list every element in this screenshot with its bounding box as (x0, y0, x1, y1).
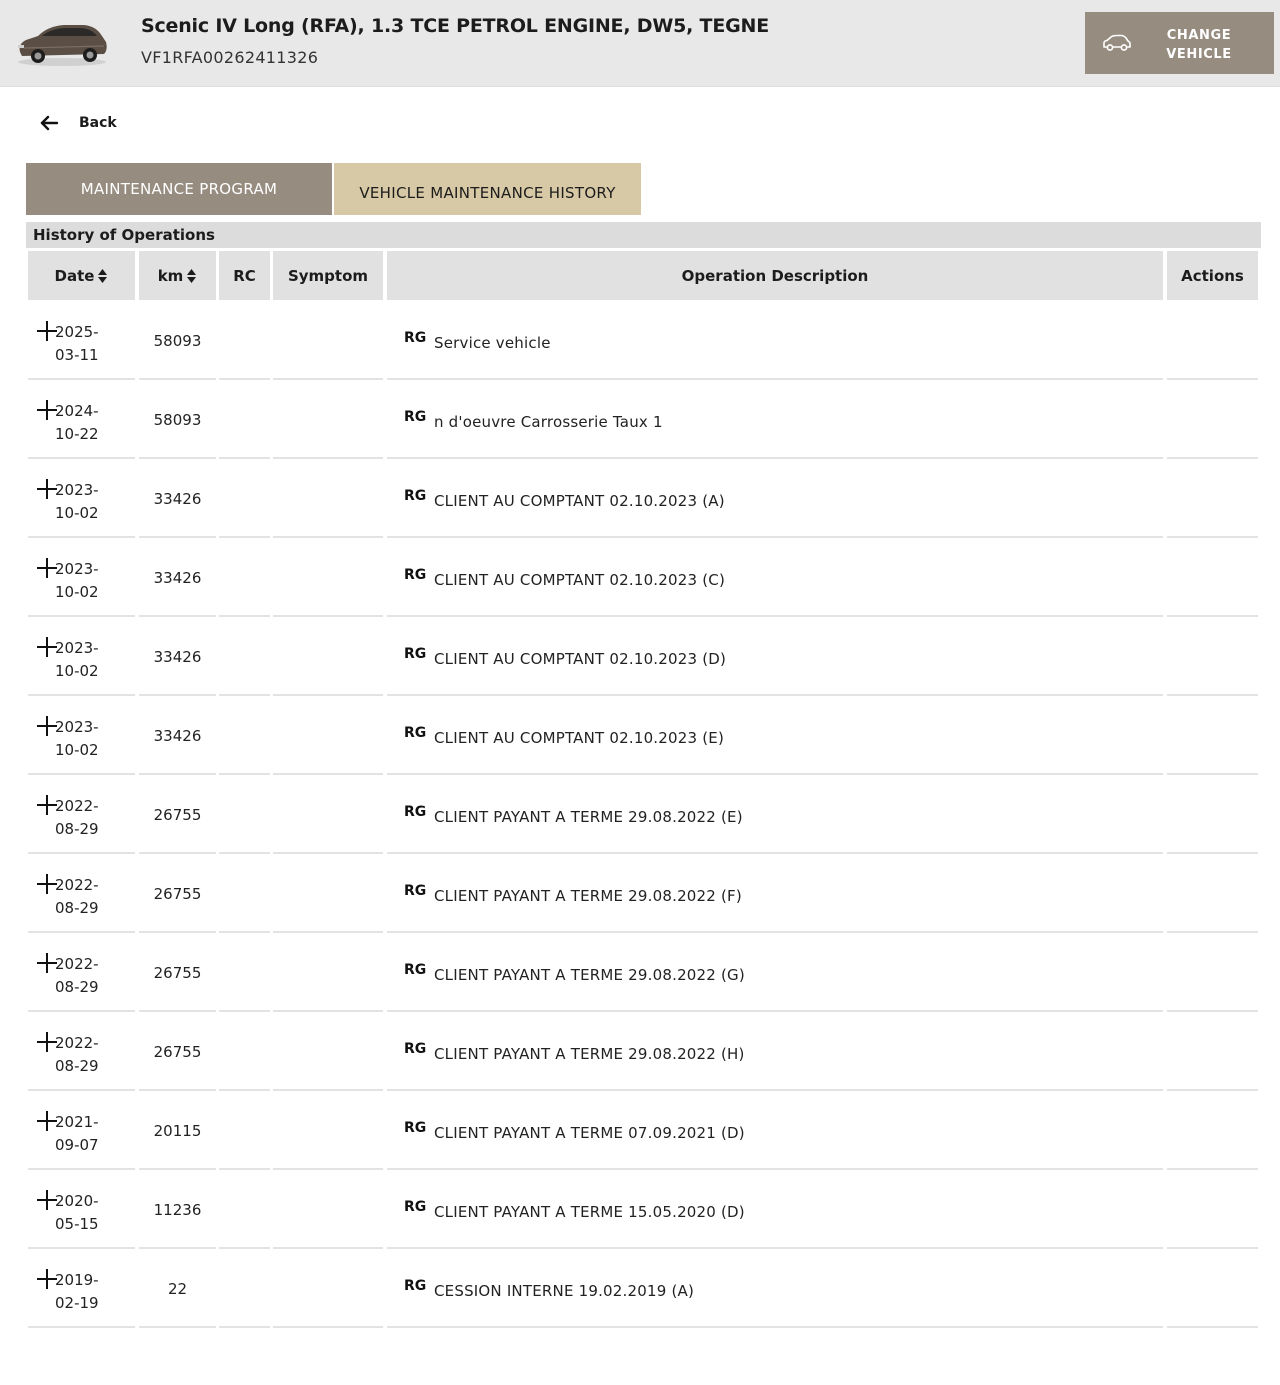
row-date: 2023-10-02 (55, 481, 99, 522)
row-divider (387, 1326, 1163, 1328)
column-header-description: Operation Description (387, 251, 1163, 300)
row-operation-description: CESSION INTERNE 19.02.2019 (A) (434, 1282, 695, 1300)
row-operation-type: RG (404, 962, 427, 978)
table-row: 2021-09-07 20115 RG CLIENT PAYANT A TERME 0… (0, 1091, 1280, 1170)
row-operation-description: CLIENT AU COMPTANT 02.10.2023 (E) (434, 729, 725, 747)
vehicle-vin: VF1RFA00262411326 (141, 48, 319, 67)
row-km: 20115 (153, 1122, 202, 1140)
row-date: 2022-08-29 (55, 1034, 99, 1075)
column-header-symptom: Symptom (273, 251, 383, 300)
row-operation-description: CLIENT PAYANT A TERME 15.05.2020 (D) (434, 1203, 745, 1221)
car-outline-icon (1103, 34, 1131, 51)
row-operation-type: RG (404, 883, 427, 899)
table-row: 2022-08-29 26755 RG CLIENT PAYANT A TERME 2… (0, 775, 1280, 854)
change-vehicle-button[interactable]: CHANGE VEHICLE (1085, 12, 1274, 74)
table-row: 2020-05-15 11236 RG CLIENT PAYANT A TERME 1… (0, 1170, 1280, 1249)
row-operation-type: RG (404, 488, 427, 504)
column-header-actions-label: Actions (1181, 266, 1244, 285)
row-operation-type: RG (404, 725, 427, 741)
row-operation-type: RG (404, 1199, 427, 1215)
column-header-description-label: Operation Description (681, 266, 869, 285)
back-link[interactable]: Back (38, 112, 117, 134)
row-operation-type: RG (404, 330, 427, 346)
row-km: 26755 (153, 885, 202, 903)
table-row: 2023-10-02 33426 RG CLIENT AU COMPTANT 02.1… (0, 617, 1280, 696)
row-date: 2024-10-22 (55, 402, 99, 443)
row-operation-description: CLIENT PAYANT A TERME 29.08.2022 (H) (434, 1045, 745, 1063)
row-divider (219, 1326, 270, 1328)
row-operation-description: CLIENT PAYANT A TERME 29.08.2022 (F) (434, 887, 742, 905)
column-header-symptom-label: Symptom (287, 266, 369, 285)
row-date: 2020-05-15 (55, 1192, 99, 1233)
row-date: 2022-08-29 (55, 955, 99, 996)
vehicle-title: Scenic IV Long (RFA), 1.3 TCE PETROL ENG… (141, 15, 769, 37)
row-operation-type: RG (404, 1120, 427, 1136)
row-operation-description: CLIENT AU COMPTANT 02.10.2023 (A) (434, 492, 725, 510)
column-header-km-label: km (157, 266, 184, 285)
row-km: 26755 (153, 806, 202, 824)
table-row: 2022-08-29 26755 RG CLIENT PAYANT A TERME 2… (0, 1012, 1280, 1091)
table-row: 2022-08-29 26755 RG CLIENT PAYANT A TERME 2… (0, 933, 1280, 1012)
row-divider (139, 1326, 216, 1328)
row-operation-description: Service vehicle (434, 334, 551, 352)
table-row: 2023-10-02 33426 RG CLIENT AU COMPTANT 02.1… (0, 459, 1280, 538)
row-date: 2022-08-29 (55, 797, 99, 838)
row-operation-type: RG (404, 646, 427, 662)
row-operation-type: RG (404, 1278, 427, 1294)
row-operation-type: RG (404, 1041, 427, 1057)
row-date: 2023-10-02 (55, 718, 99, 759)
row-operation-type: RG (404, 409, 427, 425)
row-operation-description: CLIENT PAYANT A TERME 07.09.2021 (D) (434, 1124, 745, 1142)
column-header-rc: RC (219, 251, 270, 300)
column-header-rc-label: RC (233, 266, 256, 285)
table-row: 2023-10-02 33426 RG CLIENT AU COMPTANT 02.1… (0, 696, 1280, 775)
sort-icon (187, 268, 197, 283)
row-operation-description: CLIENT AU COMPTANT 02.10.2023 (C) (434, 571, 725, 589)
table-row: 2024-10-22 58093 RG n d'oeuvre Carrosserie … (0, 380, 1280, 459)
row-date: 2025-03-11 (55, 323, 99, 364)
column-header-km[interactable]: km (139, 251, 216, 300)
row-km: 33426 (153, 569, 202, 587)
row-km: 33426 (153, 648, 202, 666)
column-header-actions: Actions (1167, 251, 1258, 300)
row-operation-description: CLIENT PAYANT A TERME 29.08.2022 (G) (434, 966, 745, 984)
column-header-date-label: Date (54, 266, 95, 285)
row-operation-type: RG (404, 567, 427, 583)
row-km: 58093 (153, 332, 202, 350)
sort-icon (98, 268, 108, 283)
row-km: 33426 (153, 490, 202, 508)
row-km: 26755 (153, 964, 202, 982)
row-km: 33426 (153, 727, 202, 745)
row-date: 2023-10-02 (55, 560, 99, 601)
row-divider (273, 1326, 383, 1328)
row-operation-description: CLIENT PAYANT A TERME 29.08.2022 (E) (434, 808, 743, 826)
row-operation-description: n d'oeuvre Carrosserie Taux 1 (434, 413, 663, 431)
column-header-date[interactable]: Date (28, 251, 135, 300)
row-date: 2023-10-02 (55, 639, 99, 680)
tab-vehicle-maintenance-history[interactable]: VEHICLE MAINTENANCE HISTORY (334, 163, 641, 215)
back-label: Back (79, 115, 117, 131)
row-operation-type: RG (404, 804, 427, 820)
row-date: 2019-02-19 (55, 1271, 99, 1312)
table-row: 2023-10-02 33426 RG CLIENT AU COMPTANT 02.1… (0, 538, 1280, 617)
section-title: History of Operations (26, 222, 1261, 248)
row-divider (1167, 1326, 1258, 1328)
row-operation-description: CLIENT AU COMPTANT 02.10.2023 (D) (434, 650, 727, 668)
tab-maintenance-program[interactable]: MAINTENANCE PROGRAM (26, 163, 332, 215)
table-row: 2019-02-19 22 RG CESSION INTERNE 19.02.2019… (0, 1249, 1280, 1328)
row-date: 2022-08-29 (55, 876, 99, 917)
vehicle-header: Scenic IV Long (RFA), 1.3 TCE PETROL ENG… (0, 0, 1280, 87)
row-km: 26755 (153, 1043, 202, 1061)
row-km: 22 (167, 1280, 188, 1298)
change-vehicle-label: CHANGE VEHICLE (1166, 28, 1232, 62)
row-divider (28, 1326, 135, 1328)
table-row: 2022-08-29 26755 RG CLIENT PAYANT A TERME 2… (0, 854, 1280, 933)
row-date: 2021-09-07 (55, 1113, 99, 1154)
vehicle-thumbnail (18, 25, 107, 66)
table-row: 2025-03-11 58093 RG Service vehicle (0, 301, 1280, 380)
arrow-left-icon (40, 115, 59, 131)
row-km: 58093 (153, 411, 202, 429)
row-km: 11236 (153, 1201, 202, 1219)
